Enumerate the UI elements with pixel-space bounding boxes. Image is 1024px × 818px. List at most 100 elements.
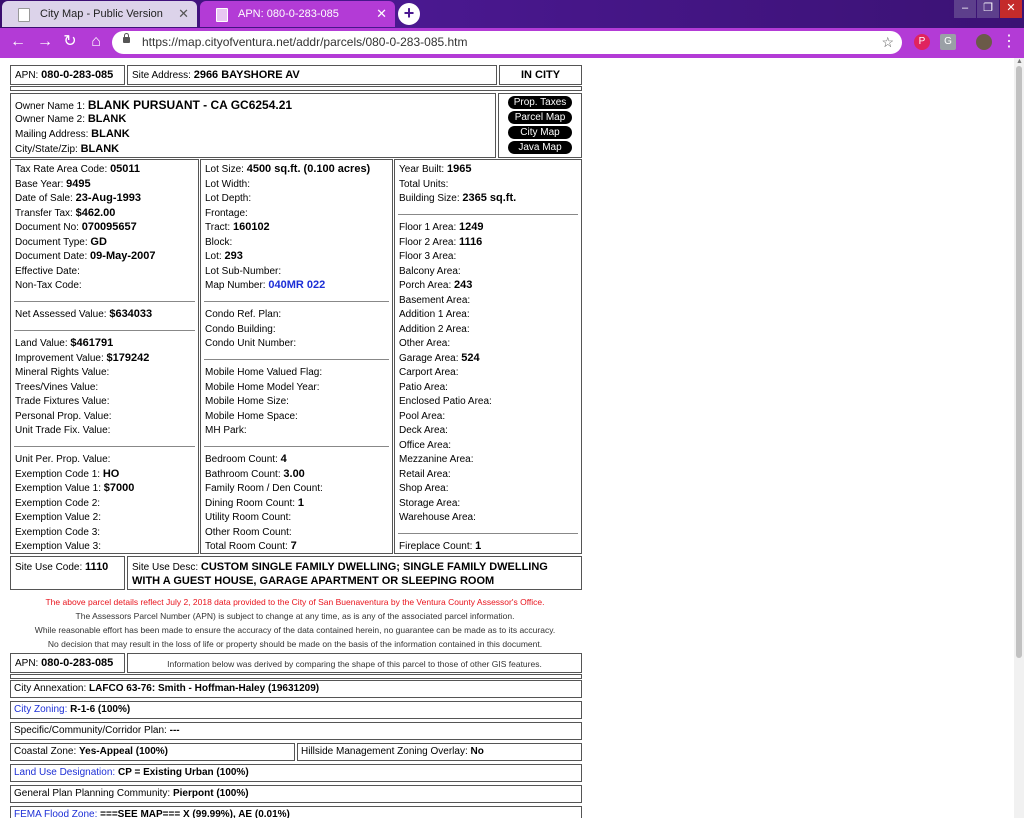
scroll-up-icon[interactable]: ▲ xyxy=(1016,58,1023,65)
address-bar[interactable]: https://map.cityofventura.net/addr/parce… xyxy=(112,31,902,54)
restore-icon[interactable]: ❐ xyxy=(977,0,999,18)
field-row: Retail Area: xyxy=(399,468,451,480)
field-row: Trees/Vines Value: xyxy=(15,381,98,393)
field-row: Unit Per. Prop. Value: xyxy=(15,453,110,465)
field-row: Tax Rate Area Code: 05011 xyxy=(15,163,140,175)
parcel-map-button[interactable]: Parcel Map xyxy=(508,111,572,124)
field-label: Balcony Area: xyxy=(399,265,461,277)
field-row: Exemption Value 3: xyxy=(15,540,101,552)
field-label: Trade Fixtures Value: xyxy=(15,396,110,407)
reload-icon[interactable]: ↻ xyxy=(60,32,80,52)
field-label: Tax Rate Area Code: xyxy=(15,164,108,175)
close-window-icon[interactable]: ✕ xyxy=(1000,0,1022,18)
field-label: Mobile Home Valued Flag: xyxy=(205,367,323,378)
city-zoning-link[interactable]: City Zoning: xyxy=(14,704,67,715)
section-divider xyxy=(398,532,578,534)
field-label: Dining Room Count: xyxy=(205,497,296,509)
field-label: Exemption Code 1: xyxy=(15,468,101,480)
field-row: Document No: 070095657 xyxy=(15,221,137,233)
map-number-link[interactable]: 040MR 022 xyxy=(268,279,325,291)
close-tab-icon[interactable]: ✕ xyxy=(178,1,189,27)
gis-info-cell: Information below was derived by compari… xyxy=(127,653,582,673)
field-label: Unit Trade Fix. Value: xyxy=(15,425,111,436)
field-label: Mobile Home Size: xyxy=(205,396,289,407)
field-value: 524 xyxy=(461,351,480,364)
field-row: Addition 2 Area: xyxy=(399,323,470,335)
minimize-icon[interactable]: – xyxy=(954,0,976,18)
field-label: Addition 2 Area: xyxy=(399,323,470,335)
field-row: Net Assessed Value: $634033 xyxy=(15,308,152,320)
java-map-button[interactable]: Java Map xyxy=(508,141,572,154)
field-label: Tract: xyxy=(205,222,231,233)
field-row: Fireplace Count: 1 xyxy=(399,540,481,552)
field-row: Mobile Home Model Year: xyxy=(205,381,320,393)
field-value: 070095657 xyxy=(81,221,137,233)
bookmark-star-icon[interactable]: ☆ xyxy=(881,31,894,54)
pinterest-icon[interactable]: P xyxy=(914,34,930,50)
field-label: Total Units: xyxy=(399,178,449,190)
prop-taxes-button[interactable]: Prop. Taxes xyxy=(508,96,572,109)
field-row: Document Type: GD xyxy=(15,236,107,248)
tab-apn[interactable]: APN: 080-0-283-085 ✕ xyxy=(200,1,395,27)
extension-g-icon[interactable]: G xyxy=(940,34,956,50)
field-label: Exemption Value 2: xyxy=(15,512,101,523)
field-label: Map Number: xyxy=(205,280,266,291)
field-label: Carport Area: xyxy=(399,367,459,378)
field-row: Personal Prop. Value: xyxy=(15,410,112,422)
field-value: 1116 xyxy=(459,235,483,248)
field-value: 4 xyxy=(280,453,287,465)
field-label: Net Assessed Value: xyxy=(15,309,107,320)
land-use-link[interactable]: Land Use Designation: xyxy=(14,767,115,778)
field-row: Tract: 160102 xyxy=(205,221,270,233)
fema-link[interactable]: FEMA Flood Zone: xyxy=(14,809,97,818)
field-row: Mobile Home Size: xyxy=(205,395,289,407)
field-row: Total Room Count: 7 xyxy=(205,540,297,552)
field-label: Retail Area: xyxy=(399,468,451,480)
field-value: $462.00 xyxy=(75,206,116,219)
field-row: Exemption Code 2: xyxy=(15,497,100,509)
field-row: Exemption Value 1: $7000 xyxy=(15,482,134,494)
field-label: Bedroom Count: xyxy=(205,454,278,465)
menu-kebab-icon[interactable]: ⋮ xyxy=(999,32,1019,52)
field-label: Mobile Home Model Year: xyxy=(205,381,320,393)
field-value: GD xyxy=(90,235,107,248)
field-label: Other Room Count: xyxy=(205,526,292,538)
field-row: Pool Area: xyxy=(399,410,445,422)
field-label: Date of Sale: xyxy=(15,193,73,204)
field-label: Exemption Code 3: xyxy=(15,526,101,538)
city-map-button[interactable]: City Map xyxy=(508,126,572,139)
field-label: Garage Area: xyxy=(399,352,459,364)
hillside-overlay-row: Hillside Management Zoning Overlay: No xyxy=(297,743,582,761)
field-row: Mobile Home Space: xyxy=(205,410,298,422)
new-tab-button[interactable]: + xyxy=(398,3,420,25)
field-value: HO xyxy=(102,467,120,480)
field-label: Total Room Count: xyxy=(205,541,288,552)
fema-flood-row: FEMA Flood Zone: ===SEE MAP=== X (99.99%… xyxy=(10,806,582,818)
avatar[interactable] xyxy=(976,34,992,50)
field-label: Year Built: xyxy=(399,164,445,175)
field-value: 7 xyxy=(290,540,297,552)
field-value: $7000 xyxy=(103,482,135,494)
liability-note: No decision that may result in the loss … xyxy=(47,639,543,649)
forward-arrow-icon[interactable]: → xyxy=(35,32,55,52)
tab-city-map[interactable]: City Map - Public Version ✕ xyxy=(2,1,197,27)
home-icon[interactable]: ⌂ xyxy=(86,32,106,52)
scrollbar-thumb[interactable] xyxy=(1016,66,1022,658)
field-row: Improvement Value: $179242 xyxy=(15,352,149,364)
section-divider xyxy=(398,213,578,215)
specific-plan-row: Specific/Community/Corridor Plan: --- xyxy=(10,722,582,740)
apn-change-note: The Assessors Parcel Number (APN) is sub… xyxy=(75,611,515,621)
field-value: 23-Aug-1993 xyxy=(75,192,142,204)
page-scrollbar[interactable]: ▲ xyxy=(1014,58,1024,818)
close-tab-icon[interactable]: ✕ xyxy=(376,1,387,27)
field-row: Dining Room Count: 1 xyxy=(205,497,304,509)
city-status: IN CITY xyxy=(520,69,561,81)
separator-row xyxy=(10,86,582,91)
field-row: Family Room / Den Count: xyxy=(205,482,323,494)
url-text[interactable]: https://map.cityofventura.net/addr/parce… xyxy=(142,31,468,54)
back-arrow-icon[interactable]: ← xyxy=(8,32,28,52)
field-label: Floor 3 Area: xyxy=(399,251,457,262)
field-row: Unit Trade Fix. Value: xyxy=(15,424,110,436)
field-row: Transfer Tax: $462.00 xyxy=(15,207,115,219)
building-column: Year Built: 1965 Total Units: Building Si… xyxy=(394,159,582,554)
